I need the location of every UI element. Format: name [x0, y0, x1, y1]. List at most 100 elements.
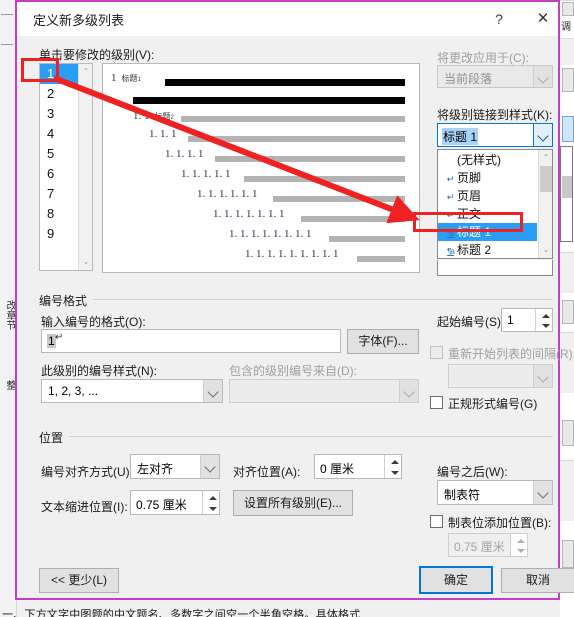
link-style-options: (无样式) ↵ 页脚 ↵ 页眉 ↵ 正文 ¶a 标题 1 ¶a 标题 2: [438, 151, 537, 259]
apply-changes-label: 将更改应用于(C):: [437, 51, 529, 65]
link-style-list-overflow: [437, 260, 553, 276]
scroll-down-icon[interactable]: ⌄: [79, 255, 93, 269]
tab-stop-input: 0.75 厘米: [448, 533, 528, 557]
help-icon[interactable]: ?: [482, 2, 516, 36]
dialog-titlebar: 定义新多级列表 ? ✕: [17, 2, 558, 36]
preview-number-6: 1. 1. 1. 1. 1. 1: [197, 188, 258, 200]
number-format-input-label: 输入编号的格式(O):: [41, 315, 146, 329]
scroll-down-icon[interactable]: ⌄: [539, 243, 553, 257]
chevron-down-icon: [399, 380, 418, 402]
link-style-value: 标题 1: [442, 128, 479, 145]
spinner-down-icon: [511, 545, 528, 556]
start-number-spinner[interactable]: [535, 309, 552, 331]
annotation-box-level: [21, 58, 59, 82]
number-style-select[interactable]: 1, 2, 3, ...: [41, 379, 223, 403]
spinner-up-icon: [511, 534, 528, 545]
alignment-position-label: 对齐位置(A):: [233, 465, 301, 479]
annotation-box-style: [413, 212, 523, 232]
background-left-text: 改章节: [4, 300, 15, 330]
spinner-up-icon[interactable]: [536, 309, 553, 320]
link-style-option-header[interactable]: ↵ 页眉: [438, 187, 537, 205]
apply-changes-select[interactable]: 当前段落: [437, 65, 553, 88]
level-item-9[interactable]: 9: [40, 224, 78, 244]
start-number-input[interactable]: 1: [501, 308, 553, 332]
preview-number-3: 1. 1. 1: [149, 128, 177, 140]
paragraph-return-icon: ↵: [446, 192, 455, 202]
link-style-label: 将级别链接到样式(K):: [437, 108, 553, 122]
number-format-input[interactable]: 1 ↵: [41, 329, 341, 353]
preview-number-4: 1. 1. 1. 1: [165, 148, 204, 160]
include-level-select: [229, 379, 419, 403]
font-button[interactable]: 字体(F)...: [347, 329, 419, 354]
text-indent-spinner[interactable]: [202, 491, 219, 514]
tab-stop-checkbox[interactable]: [430, 515, 443, 528]
less-button[interactable]: << 更少(L): [39, 568, 119, 593]
legal-numbering-checkbox[interactable]: [430, 396, 443, 409]
position-group-label: 位置: [39, 429, 70, 446]
scroll-up-icon[interactable]: ⌃: [539, 151, 553, 165]
chevron-down-icon[interactable]: [533, 481, 552, 504]
number-alignment-value: 左对齐: [137, 462, 174, 476]
link-style-option-heading-2[interactable]: ¶a 标题 2: [438, 241, 537, 259]
after-number-label: 编号之后(W):: [437, 465, 508, 479]
set-all-levels-button[interactable]: 设置所有级别(E)...: [233, 490, 353, 516]
spinner-down-icon[interactable]: [536, 320, 553, 331]
tab-stop-value: 0.75 厘米: [454, 540, 505, 554]
number-style-label: 此级别的编号样式(N):: [41, 364, 157, 378]
spinner-down-icon[interactable]: [203, 503, 220, 515]
link-style-combo[interactable]: 标题 1: [437, 123, 553, 147]
restart-list-checkbox: [430, 346, 443, 359]
link-style-scrollbar[interactable]: ⌃ ⌄: [538, 150, 552, 258]
scrollbar-thumb[interactable]: [540, 166, 552, 192]
level-list-scrollbar[interactable]: ⌃ ⌄: [78, 64, 92, 270]
level-item-7[interactable]: 7: [40, 184, 78, 204]
level-item-6[interactable]: 6: [40, 164, 78, 184]
level-item-4[interactable]: 4: [40, 124, 78, 144]
number-format-group: [39, 299, 553, 300]
text-indent-label: 文本缩进位置(I):: [41, 500, 128, 514]
restart-list-select: [448, 364, 553, 388]
preview-number-7: 1. 1. 1. 1. 1. 1. 1: [213, 208, 285, 220]
background-right-text: 调: [561, 22, 571, 33]
dialog-title: 定义新多级列表: [33, 13, 125, 28]
linked-style-icon: ¶a: [447, 247, 455, 256]
chevron-down-icon[interactable]: [203, 380, 222, 402]
chevron-down-icon[interactable]: [533, 124, 552, 146]
alignment-position-value: 0 厘米: [320, 462, 355, 476]
spinner-up-icon[interactable]: [203, 491, 220, 503]
level-item-5[interactable]: 5: [40, 144, 78, 164]
text-indent-input[interactable]: 0.75 厘米: [130, 490, 220, 515]
preview-number-1: 1: [111, 72, 117, 84]
close-icon[interactable]: ✕: [526, 2, 560, 36]
link-style-option-none[interactable]: (无样式): [438, 151, 537, 169]
level-item-3[interactable]: 3: [40, 104, 78, 124]
spinner-up-icon[interactable]: [385, 455, 402, 467]
cancel-button[interactable]: 取消: [501, 568, 574, 593]
after-number-select[interactable]: 制表符: [437, 480, 553, 505]
preview-number-9: 1. 1. 1. 1. 1. 1. 1. 1. 1: [245, 248, 339, 260]
link-style-dropdown-list[interactable]: (无样式) ↵ 页脚 ↵ 页眉 ↵ 正文 ¶a 标题 1 ¶a 标题 2 ⌃ ⌄: [437, 149, 553, 259]
start-number-label: 起始编号(S):: [437, 315, 505, 329]
alignment-position-spinner[interactable]: [384, 455, 401, 478]
level-item-2[interactable]: 2: [40, 84, 78, 104]
number-alignment-select[interactable]: 左对齐: [130, 454, 220, 479]
background-bottom-text: 一、下方文字中图题的中文题名、多数字之间空一个半角空格。具体格式: [2, 609, 361, 617]
preview-sup-1: 1: [137, 77, 141, 83]
level-item-8[interactable]: 8: [40, 204, 78, 224]
alignment-position-input[interactable]: 0 厘米: [314, 454, 402, 479]
ok-button[interactable]: 确定: [419, 566, 493, 594]
after-number-value: 制表符: [444, 488, 481, 502]
paragraph-return-icon: ↵: [446, 174, 455, 184]
tab-stop-spinner: [510, 534, 527, 556]
spinner-down-icon[interactable]: [385, 467, 402, 479]
link-style-option-footer[interactable]: ↵ 页脚: [438, 169, 537, 187]
preview-number-2: 1. 1: [133, 110, 150, 122]
scroll-up-icon[interactable]: ⌃: [79, 65, 93, 79]
tab-stop-label: 制表位添加位置(B):: [448, 516, 552, 530]
level-list[interactable]: 1 2 3 4 5 6 7 8 9 ⌃ ⌄: [39, 63, 93, 271]
chevron-down-icon[interactable]: [200, 455, 219, 478]
position-group: [39, 436, 553, 437]
restart-list-label: 重新开始列表的间隔(R):: [448, 347, 574, 361]
text-indent-value: 0.75 厘米: [136, 498, 187, 512]
chevron-down-icon[interactable]: [533, 66, 552, 87]
